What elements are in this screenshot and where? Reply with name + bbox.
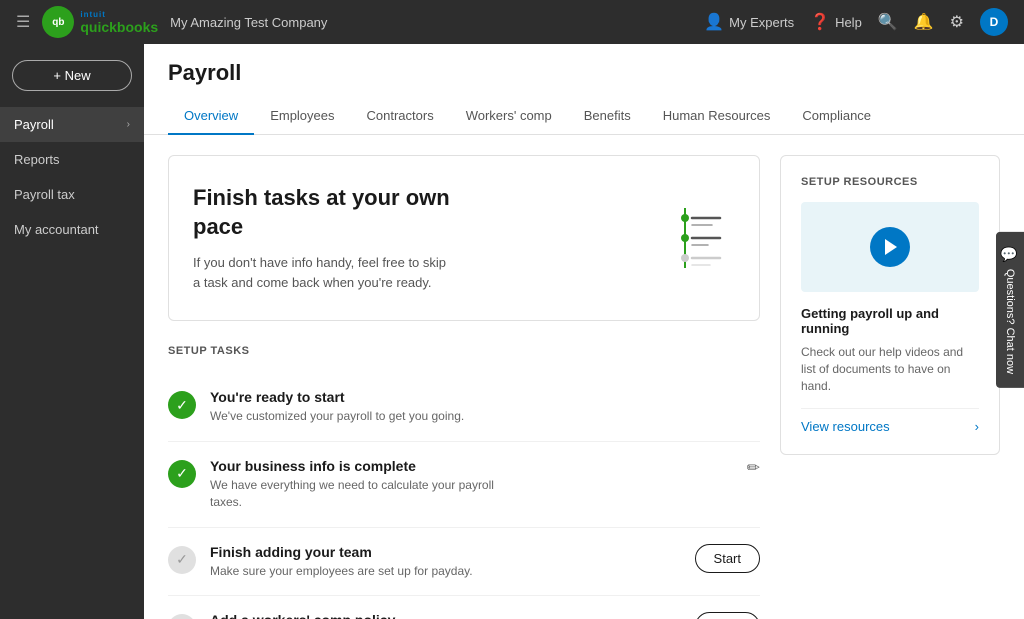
setup-resources-label: SETUP RESOURCES bbox=[801, 176, 979, 188]
task-item: ✓ Finish adding your team Make sure your… bbox=[168, 528, 760, 597]
task-title: Finish adding your team bbox=[210, 544, 681, 560]
resource-desc: Check out our help videos and list of do… bbox=[801, 344, 979, 394]
task-desc: We have everything we need to calculate … bbox=[210, 477, 510, 511]
start-button[interactable]: Start bbox=[695, 612, 760, 619]
task-action: ✏ bbox=[747, 458, 760, 478]
logo-text: qb bbox=[52, 17, 64, 28]
main-content: Finish tasks at your own pace If you don… bbox=[144, 135, 1024, 619]
content-area: Payroll Overview Employees Contractors W… bbox=[144, 44, 1024, 619]
company-name: My Amazing Test Company bbox=[170, 15, 327, 30]
intuit-logo: intuit quickbooks bbox=[80, 10, 158, 35]
task-done-icon: ✓ bbox=[168, 391, 196, 419]
hero-illustration bbox=[635, 198, 735, 278]
left-column: Finish tasks at your own pace If you don… bbox=[168, 155, 760, 619]
task-body: You're ready to start We've customized y… bbox=[210, 389, 760, 425]
chat-label: Questions? Chat now bbox=[1004, 268, 1016, 373]
hero-description: If you don't have info handy, feel free … bbox=[193, 253, 453, 292]
resource-title: Getting payroll up and running bbox=[801, 306, 979, 336]
play-icon bbox=[885, 239, 897, 255]
task-action: Start bbox=[695, 612, 760, 619]
page-title: Payroll bbox=[168, 60, 1000, 86]
sidebar-item-payroll-tax[interactable]: Payroll tax bbox=[0, 177, 144, 212]
sidebar-item-payroll[interactable]: Payroll › bbox=[0, 107, 144, 142]
sidebar-item-reports-label: Reports bbox=[14, 152, 60, 167]
help-label: Help bbox=[835, 15, 862, 30]
task-body: Your business info is complete We have e… bbox=[210, 458, 733, 511]
chevron-right-icon: › bbox=[975, 419, 979, 434]
start-button[interactable]: Start bbox=[695, 544, 760, 573]
header-left: ☰ qb intuit quickbooks My Amazing Test C… bbox=[16, 6, 327, 38]
logo-area: qb intuit quickbooks bbox=[42, 6, 158, 38]
hero-banner: Finish tasks at your own pace If you don… bbox=[168, 155, 760, 321]
help-icon: ❓ bbox=[810, 12, 830, 32]
search-icon[interactable]: 🔍 bbox=[878, 12, 898, 32]
tabs: Overview Employees Contractors Workers' … bbox=[168, 98, 1000, 134]
avatar-letter: D bbox=[990, 15, 999, 29]
view-resources-link[interactable]: View resources › bbox=[801, 408, 979, 434]
sidebar-item-my-accountant[interactable]: My accountant bbox=[0, 212, 144, 247]
chat-panel[interactable]: 💬 Questions? Chat now bbox=[996, 231, 1024, 387]
checklist-illustration bbox=[640, 198, 730, 278]
edit-icon[interactable]: ✏ bbox=[747, 458, 760, 478]
setup-tasks: SETUP TASKS ✓ You're ready to start We'v… bbox=[168, 345, 760, 619]
task-pending-icon: ✓ bbox=[168, 546, 196, 574]
chat-icon: 💬 bbox=[1002, 245, 1018, 262]
right-column: SETUP RESOURCES Getting payroll up and r… bbox=[780, 155, 1000, 619]
sidebar-item-reports[interactable]: Reports bbox=[0, 142, 144, 177]
quickbooks-logo: qb bbox=[42, 6, 74, 38]
intuit-label: intuit bbox=[80, 10, 106, 19]
task-desc: Make sure your employees are set up for … bbox=[210, 563, 510, 580]
sidebar: + New Payroll › Reports Payroll tax My a… bbox=[0, 44, 144, 619]
view-resources-label: View resources bbox=[801, 419, 890, 434]
bell-icon[interactable]: 🔔 bbox=[914, 12, 934, 32]
tab-overview[interactable]: Overview bbox=[168, 98, 254, 135]
help-button[interactable]: ❓ Help bbox=[810, 12, 862, 32]
top-header: ☰ qb intuit quickbooks My Amazing Test C… bbox=[0, 0, 1024, 44]
sidebar-item-payroll-label: Payroll bbox=[14, 117, 54, 132]
play-button[interactable] bbox=[870, 227, 910, 267]
chevron-right-icon: › bbox=[127, 119, 130, 130]
tab-human-resources[interactable]: Human Resources bbox=[647, 98, 787, 135]
my-experts-button[interactable]: 👤 My Experts bbox=[704, 12, 794, 32]
task-body: Add a workers' comp policy Comply with s… bbox=[210, 612, 681, 619]
task-item: ✓ You're ready to start We've customized… bbox=[168, 373, 760, 442]
task-title: You're ready to start bbox=[210, 389, 760, 405]
my-experts-label: My Experts bbox=[729, 15, 794, 30]
header-right: 👤 My Experts ❓ Help 🔍 🔔 ⚙ D bbox=[704, 8, 1008, 36]
hero-text: Finish tasks at your own pace If you don… bbox=[193, 184, 453, 292]
hero-heading: Finish tasks at your own pace bbox=[193, 184, 453, 241]
setup-tasks-label: SETUP TASKS bbox=[168, 345, 760, 357]
tab-contractors[interactable]: Contractors bbox=[351, 98, 450, 135]
setup-resources-card: SETUP RESOURCES Getting payroll up and r… bbox=[780, 155, 1000, 455]
task-item: ✓ Your business info is complete We have… bbox=[168, 442, 760, 528]
task-body: Finish adding your team Make sure your e… bbox=[210, 544, 681, 580]
quickbooks-label: quickbooks bbox=[80, 19, 158, 35]
task-done-icon: ✓ bbox=[168, 460, 196, 488]
tab-workers-comp[interactable]: Workers' comp bbox=[450, 98, 568, 135]
main-layout: + New Payroll › Reports Payroll tax My a… bbox=[0, 44, 1024, 619]
avatar[interactable]: D bbox=[980, 8, 1008, 36]
tab-employees[interactable]: Employees bbox=[254, 98, 350, 135]
tab-compliance[interactable]: Compliance bbox=[786, 98, 887, 135]
page-header: Payroll Overview Employees Contractors W… bbox=[144, 44, 1024, 135]
task-title: Add a workers' comp policy bbox=[210, 612, 681, 619]
my-experts-icon: 👤 bbox=[704, 12, 724, 32]
settings-icon[interactable]: ⚙ bbox=[950, 12, 964, 32]
sidebar-item-my-accountant-label: My accountant bbox=[14, 222, 99, 237]
task-pending-icon: ✓ bbox=[168, 614, 196, 619]
task-item: ✓ Add a workers' comp policy Comply with… bbox=[168, 596, 760, 619]
video-thumbnail[interactable] bbox=[801, 202, 979, 292]
hamburger-icon[interactable]: ☰ bbox=[16, 12, 30, 32]
tab-benefits[interactable]: Benefits bbox=[568, 98, 647, 135]
sidebar-item-payroll-tax-label: Payroll tax bbox=[14, 187, 75, 202]
task-desc: We've customized your payroll to get you… bbox=[210, 408, 510, 425]
task-title: Your business info is complete bbox=[210, 458, 733, 474]
new-button[interactable]: + New bbox=[12, 60, 132, 91]
task-action: Start bbox=[695, 544, 760, 573]
